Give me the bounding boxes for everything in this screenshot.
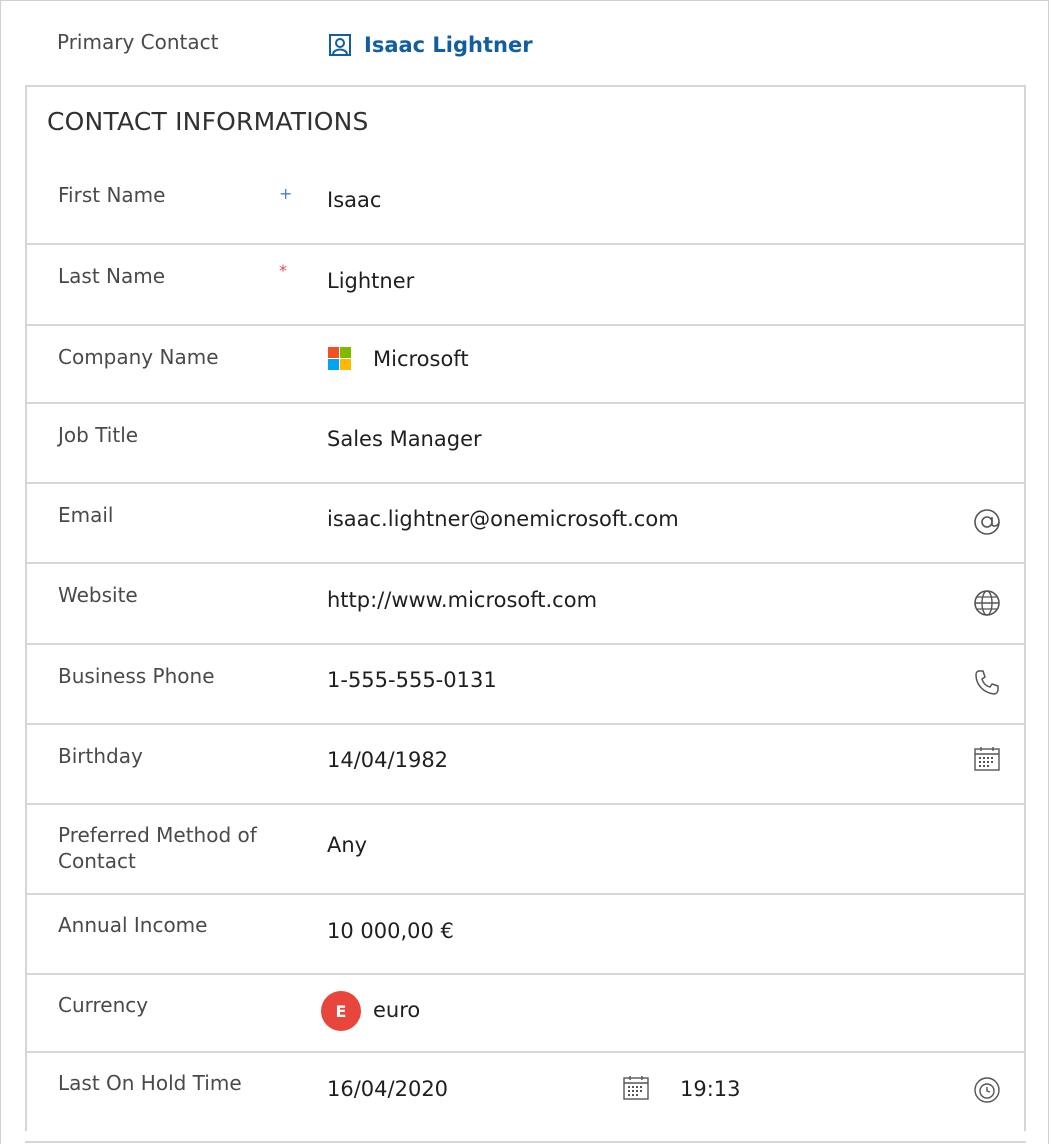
field-label-line: Contact bbox=[58, 849, 136, 873]
contact-informations-section: CONTACT INFORMATIONS First Name + Isaac … bbox=[25, 85, 1026, 1131]
field-label-job-title: Job Title bbox=[58, 423, 139, 447]
field-row-job-title: Job Title Sales Manager bbox=[27, 404, 1024, 484]
section-divider bbox=[25, 1141, 1026, 1143]
field-row-website: Website http://www.microsoft.com bbox=[27, 564, 1024, 645]
calendar-icon[interactable] bbox=[621, 1073, 651, 1103]
field-label-currency: Currency bbox=[58, 993, 149, 1017]
field-row-first-name: First Name + Isaac bbox=[27, 162, 1024, 245]
field-label-last-name: Last Name bbox=[58, 264, 166, 288]
field-value-currency[interactable]: euro bbox=[373, 996, 420, 1024]
field-row-last-name: Last Name * Lightner bbox=[27, 245, 1024, 326]
field-label-last-on-hold-time: Last On Hold Time bbox=[58, 1071, 242, 1095]
field-value-first-name[interactable]: Isaac bbox=[327, 186, 381, 214]
field-value-last-name[interactable]: Lightner bbox=[327, 267, 414, 295]
field-value-birthday[interactable]: 14/04/1982 bbox=[327, 746, 448, 774]
recommended-indicator: + bbox=[279, 184, 293, 203]
phone-icon[interactable] bbox=[972, 667, 1002, 697]
field-value-job-title[interactable]: Sales Manager bbox=[327, 425, 482, 453]
primary-contact-name: Isaac Lightner bbox=[364, 33, 533, 57]
field-value-preferred-method[interactable]: Any bbox=[327, 831, 367, 859]
field-label-birthday: Birthday bbox=[58, 744, 143, 768]
field-value-annual-income[interactable]: 10 000,00 € bbox=[327, 917, 454, 945]
globe-icon[interactable] bbox=[972, 588, 1002, 618]
primary-contact-link[interactable]: Isaac Lightner bbox=[328, 31, 533, 59]
clock-icon[interactable] bbox=[972, 1075, 1002, 1105]
field-row-email: Email isaac.lightner@onemicrosoft.com bbox=[27, 484, 1024, 564]
field-value-last-on-hold-date[interactable]: 16/04/2020 bbox=[327, 1075, 448, 1103]
primary-contact-label: Primary Contact bbox=[57, 30, 219, 54]
field-label-company-name: Company Name bbox=[58, 345, 219, 369]
primary-contact-row: Primary Contact Isaac Lightner bbox=[0, 0, 1049, 85]
field-value-business-phone[interactable]: 1-555-555-0131 bbox=[327, 666, 497, 694]
field-row-preferred-method: Preferred Method of Contact Any bbox=[27, 805, 1024, 895]
field-label-first-name: First Name bbox=[58, 183, 166, 207]
section-title: CONTACT INFORMATIONS bbox=[47, 107, 369, 136]
field-label-business-phone: Business Phone bbox=[58, 664, 215, 688]
microsoft-logo-icon bbox=[328, 347, 351, 370]
required-indicator: * bbox=[279, 261, 287, 280]
field-row-annual-income: Annual Income 10 000,00 € bbox=[27, 895, 1024, 975]
field-row-business-phone: Business Phone 1-555-555-0131 bbox=[27, 645, 1024, 725]
field-value-email[interactable]: isaac.lightner@onemicrosoft.com bbox=[327, 505, 679, 533]
field-label-preferred-method: Preferred Method of Contact bbox=[58, 822, 257, 874]
field-label-website: Website bbox=[58, 583, 138, 607]
field-value-website[interactable]: http://www.microsoft.com bbox=[327, 586, 597, 614]
calendar-icon[interactable] bbox=[972, 744, 1002, 774]
field-label-email: Email bbox=[58, 503, 114, 527]
field-row-birthday: Birthday 14/04/1982 bbox=[27, 725, 1024, 805]
at-icon[interactable] bbox=[972, 507, 1002, 537]
field-row-currency: Currency E euro bbox=[27, 975, 1024, 1053]
field-row-last-on-hold-time: Last On Hold Time 16/04/2020 19:13 bbox=[27, 1053, 1024, 1133]
contact-card-icon bbox=[329, 34, 351, 56]
field-label-annual-income: Annual Income bbox=[58, 913, 208, 937]
field-row-company-name: Company Name Microsoft bbox=[27, 326, 1024, 404]
field-value-last-on-hold-time[interactable]: 19:13 bbox=[680, 1075, 741, 1103]
currency-avatar: E bbox=[321, 991, 361, 1031]
field-label-line: Preferred Method of bbox=[58, 823, 257, 847]
field-value-company-name[interactable]: Microsoft bbox=[373, 345, 469, 373]
